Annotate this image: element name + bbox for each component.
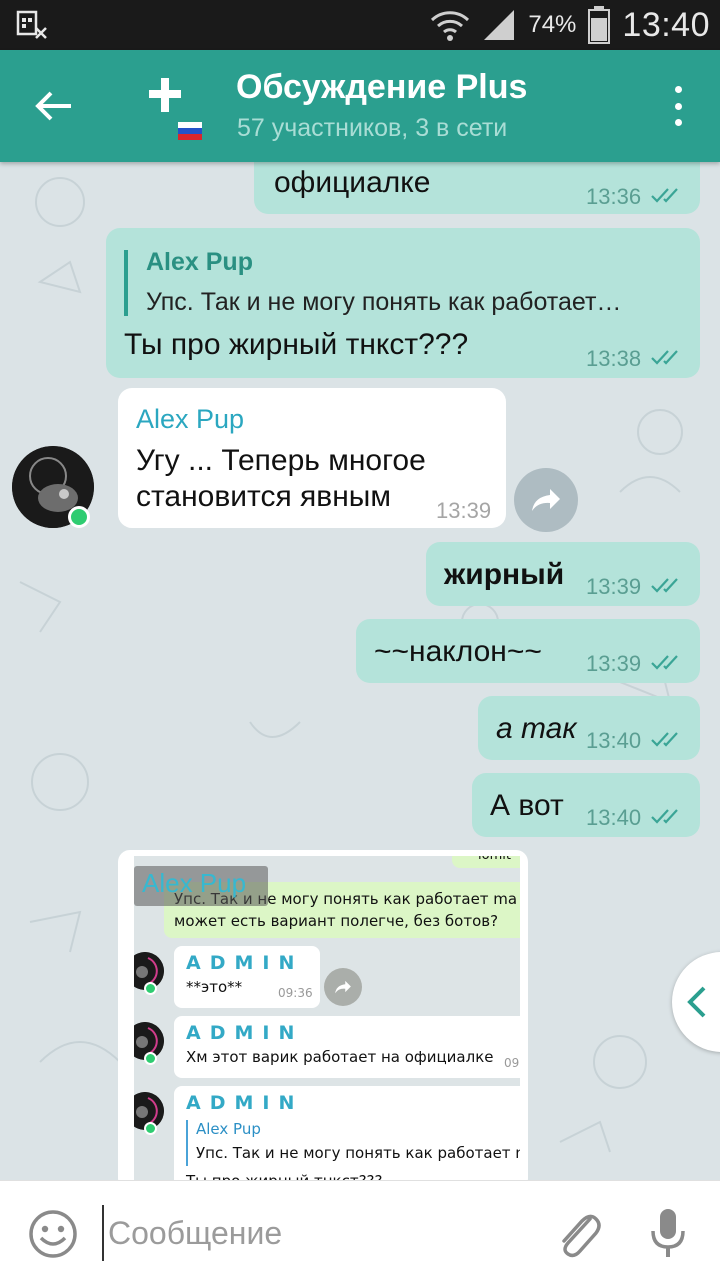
message-time: 09:36: [278, 986, 313, 1000]
quoted-line: может есть вариант полегче, без ботов?: [174, 912, 499, 930]
message-bubble-out[interactable]: официалке 13:36: [254, 162, 700, 214]
clock: 13:40: [622, 5, 710, 44]
image-message[interactable]: iomit Упс. Так и не могу понять как рабо…: [118, 850, 528, 1180]
message-time: 13:40: [586, 728, 642, 753]
online-indicator: [144, 1122, 157, 1135]
back-button[interactable]: [28, 80, 80, 132]
message-text: Ты про жирный тнкст???: [124, 328, 469, 361]
battery-percent: 74%: [528, 11, 577, 38]
quoted-snippet: iomit: [478, 856, 511, 863]
screenshot-message: ADMIN **это** 09:36: [174, 946, 320, 1008]
message-time: 13:40: [586, 805, 642, 830]
chevron-left-icon: [687, 986, 706, 1018]
sender-name: ADMIN: [186, 1092, 304, 1114]
smiley-icon[interactable]: [28, 1209, 78, 1259]
double-check-icon: [651, 809, 678, 824]
double-check-icon: [651, 188, 678, 203]
chat-header: Обсуждение Plus 57 участников, 3 в сети: [0, 50, 720, 162]
message-bubble-out[interactable]: а так 13:40: [478, 696, 700, 760]
chat-subtitle: 57 участников, 3 в сети: [237, 114, 508, 142]
sender-name: ADMIN: [186, 1022, 304, 1044]
paperclip-icon[interactable]: [552, 1205, 602, 1259]
message-list[interactable]: официалке 13:36 Alex Pup Упс. Так и не м…: [0, 162, 720, 1180]
online-indicator: [144, 1052, 157, 1065]
message-text: ~~наклон~~: [374, 635, 542, 668]
message-time: 09: [504, 1056, 520, 1070]
message-time: 13:36: [586, 184, 642, 209]
message-text: жирный: [444, 558, 565, 591]
battery-icon: [588, 6, 611, 44]
group-avatar[interactable]: [128, 68, 208, 148]
online-indicator: [144, 982, 157, 995]
message-bubble-out[interactable]: Alex Pup Упс. Так и не могу понять как р…: [106, 228, 700, 378]
message-composer: [0, 1180, 720, 1280]
sender-name: ADMIN: [186, 952, 304, 974]
reply-snippet: Упс. Так и не могу понять как работает…: [146, 288, 622, 316]
message-bubble-out[interactable]: ~~наклон~~ 13:39: [356, 619, 700, 683]
message-time: 13:39: [436, 498, 492, 523]
message-text: а так: [496, 712, 577, 745]
message-bubble-out[interactable]: А вот 13:40: [472, 773, 700, 837]
signal-icon: [484, 10, 515, 40]
message-bubble-in[interactable]: Alex Pup Угу ... Теперь многое становитс…: [118, 388, 506, 528]
share-arrow-icon: [532, 489, 560, 511]
notification-icon: [16, 10, 47, 39]
message-text: официалке: [274, 166, 431, 199]
microphone-icon[interactable]: [650, 1207, 686, 1259]
message-text: Хм этот варик работает на официалке: [186, 1048, 494, 1066]
message-text-line: Угу ... Теперь многое: [136, 444, 426, 477]
double-check-icon: [651, 578, 678, 593]
screenshot-message: ADMIN Хм этот варик работает на официалк…: [174, 1016, 520, 1078]
online-indicator: [68, 506, 90, 528]
reply-sender: Alex Pup: [146, 248, 253, 276]
message-input[interactable]: [102, 1205, 522, 1261]
screenshot-message: ADMIN Alex Pup Упс. Так и не могу понять…: [174, 1086, 520, 1180]
overlay-name: Alex Pup: [142, 868, 247, 898]
message-bubble-out[interactable]: жирный 13:39: [426, 542, 700, 606]
reply-bar: [186, 1120, 188, 1166]
status-bar: 74% 13:40: [0, 0, 720, 50]
message-text-line: становится явным: [136, 480, 391, 513]
share-icon: [324, 968, 362, 1006]
sender-name: Alex Pup: [136, 404, 245, 434]
reply-sender: Alex Pup: [196, 1120, 261, 1138]
reply-snippet: Упс. Так и не могу понять как работает m…: [196, 1144, 520, 1162]
reply-bar: [124, 250, 128, 316]
share-button[interactable]: [514, 468, 578, 532]
arrow-left-icon: [35, 91, 71, 121]
message-time: 13:39: [586, 574, 642, 599]
wifi-icon: [431, 11, 470, 41]
message-text: **это**: [186, 978, 243, 996]
double-check-icon: [651, 655, 678, 670]
message-time: 13:38: [586, 346, 642, 371]
screenshot-image: iomit Упс. Так и не могу понять как рабо…: [134, 856, 520, 1180]
message-text: А вот: [490, 789, 564, 822]
message-time: 13:39: [586, 651, 642, 676]
double-check-icon: [651, 732, 678, 747]
double-check-icon: [651, 350, 678, 365]
chat-title[interactable]: Обсуждение Plus: [236, 68, 527, 107]
more-vertical-icon[interactable]: [666, 86, 690, 126]
message-text: Ты про жирный тнкст???: [186, 1172, 382, 1180]
quoted-bubble-top: iomit: [452, 856, 520, 868]
